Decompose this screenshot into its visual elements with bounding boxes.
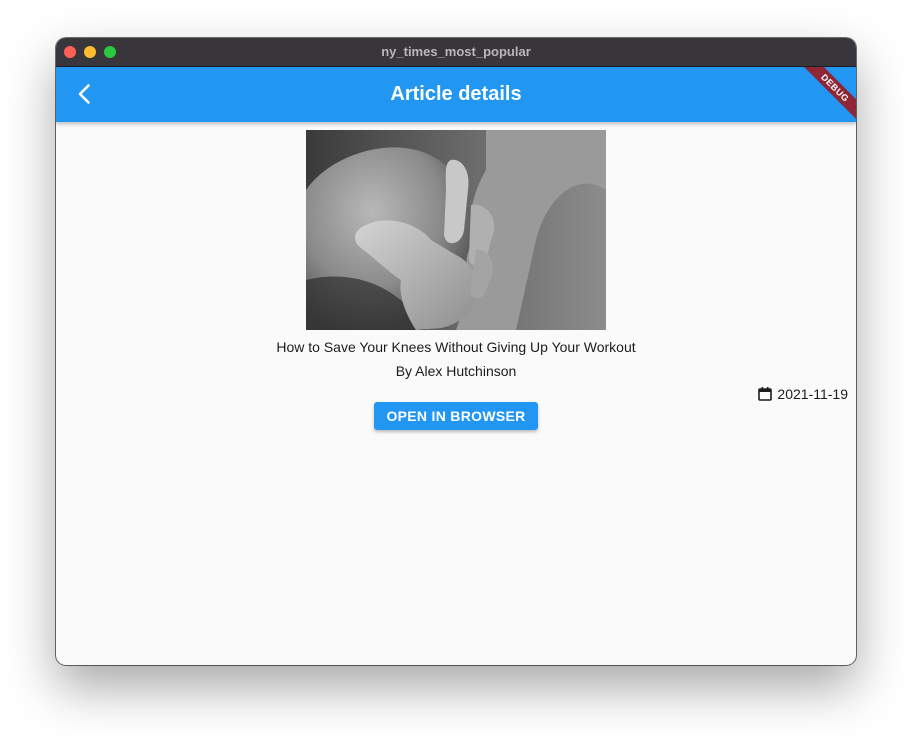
calendar-icon — [758, 387, 773, 401]
open-in-browser-button[interactable]: OPEN IN BROWSER — [374, 402, 538, 430]
article-photo — [306, 130, 606, 330]
article-details: How to Save Your Knees Without Giving Up… — [56, 122, 856, 665]
article-date-text: 2021-11-19 — [777, 386, 848, 402]
window-title: ny_times_most_popular — [381, 44, 531, 59]
page-title: Article details — [390, 83, 522, 105]
article-date: 2021-11-19 — [757, 386, 848, 402]
article-byline: By Alex Hutchinson — [395, 363, 517, 379]
app-window: ny_times_most_popular Article details DE… — [56, 38, 856, 665]
window-titlebar: ny_times_most_popular — [56, 38, 856, 67]
app-bar: Article details DEBUG — [56, 67, 856, 122]
article-headline: How to Save Your Knees Without Giving Up… — [276, 339, 636, 355]
